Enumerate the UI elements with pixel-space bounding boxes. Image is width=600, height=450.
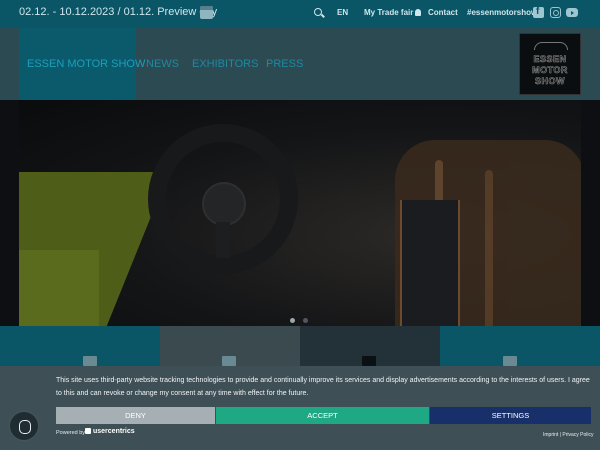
usercentrics-logo[interactable]: usercentrics <box>85 428 135 435</box>
hero-right-margin <box>581 100 600 326</box>
imprint-privacy-links[interactable]: Imprint | Privacy Policy <box>543 432 593 438</box>
hero-green-panel-lower <box>19 250 99 326</box>
logo-line-3: SHOW <box>535 76 565 87</box>
usercentrics-icon <box>85 428 91 434</box>
tile-1-icon <box>83 356 97 366</box>
steering-hub <box>202 182 246 226</box>
powered-by-label: Powered by <box>56 430 86 436</box>
hero-slider[interactable] <box>0 100 600 326</box>
slider-dot-2[interactable] <box>303 318 308 323</box>
teaser-tile-1[interactable] <box>0 326 160 366</box>
tile-2-icon <box>222 356 236 366</box>
search-icon[interactable] <box>314 8 322 16</box>
car-silhouette-icon <box>534 42 568 50</box>
calendar-icon[interactable] <box>200 6 213 19</box>
nav-item-essen-motor-show[interactable]: ESSEN MOTOR SHOW <box>27 58 145 70</box>
steering-spoke <box>216 222 230 258</box>
language-switch[interactable]: EN <box>337 8 348 17</box>
slider-dot-1[interactable] <box>290 318 295 323</box>
contact-link[interactable]: Contact <box>428 8 458 17</box>
my-trade-fair-label: My Trade fair <box>364 8 414 17</box>
deny-button[interactable]: DENY <box>56 407 215 424</box>
tile-4-icon <box>503 356 517 366</box>
hashtag-link[interactable]: #essenmotorshow <box>467 8 537 17</box>
youtube-icon[interactable] <box>566 8 578 17</box>
user-icon <box>415 9 422 16</box>
consent-text: This site uses third-party website track… <box>56 377 590 397</box>
nav-item-press[interactable]: PRESS <box>266 58 303 70</box>
accept-button[interactable]: ACCEPT <box>216 407 429 424</box>
nav-item-exhibitors[interactable]: EXHIBITORS <box>192 58 258 70</box>
essen-motor-show-logo[interactable]: ESSEN MOTOR SHOW <box>519 33 581 95</box>
teaser-tile-4[interactable] <box>440 326 600 366</box>
usercentrics-brand: usercentrics <box>93 428 135 435</box>
top-bar: 02.12. - 10.12.2023 / 01.12. Preview day… <box>0 0 600 28</box>
instagram-icon[interactable] <box>550 7 561 18</box>
seat-stripe <box>485 170 493 326</box>
main-nav: ESSEN MOTOR SHOW NEWS EXHIBITORS PRESS E… <box>0 28 600 100</box>
hero-center-console <box>400 200 460 326</box>
event-dates: 02.12. - 10.12.2023 / 01.12. Preview day <box>19 6 218 18</box>
facebook-icon[interactable] <box>533 6 544 18</box>
my-trade-fair-link[interactable]: My Trade fair <box>364 8 422 17</box>
cookie-consent-banner: This site uses third-party website track… <box>0 366 600 450</box>
privacy-settings-fingerprint-icon[interactable] <box>9 411 39 441</box>
nav-item-news[interactable]: NEWS <box>146 58 179 70</box>
logo-line-1: ESSEN <box>533 54 567 65</box>
hero-left-margin <box>0 100 19 326</box>
settings-button[interactable]: SETTINGS <box>430 407 591 424</box>
hero-steering-wheel <box>148 124 298 274</box>
logo-line-2: MOTOR <box>532 65 568 76</box>
tile-3-icon <box>362 356 376 366</box>
